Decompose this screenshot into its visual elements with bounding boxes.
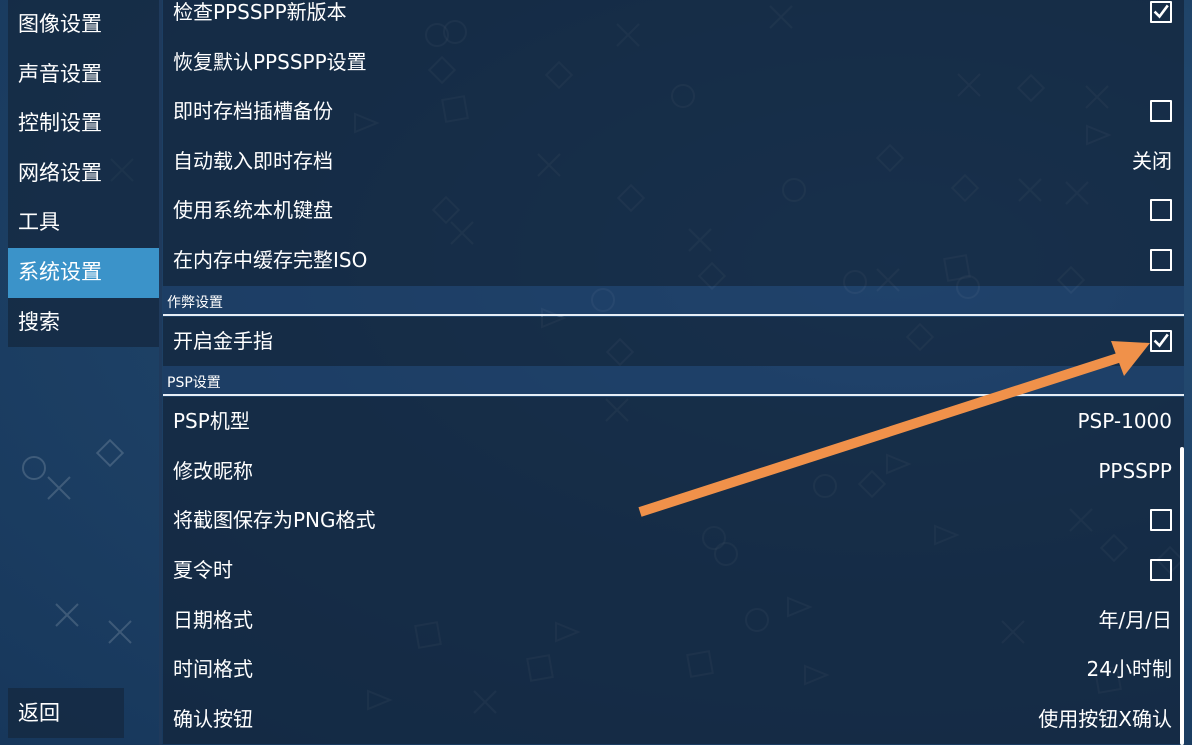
annotation-arrow-shaft — [638, 353, 1120, 517]
annotation-arrow — [638, 341, 1150, 517]
